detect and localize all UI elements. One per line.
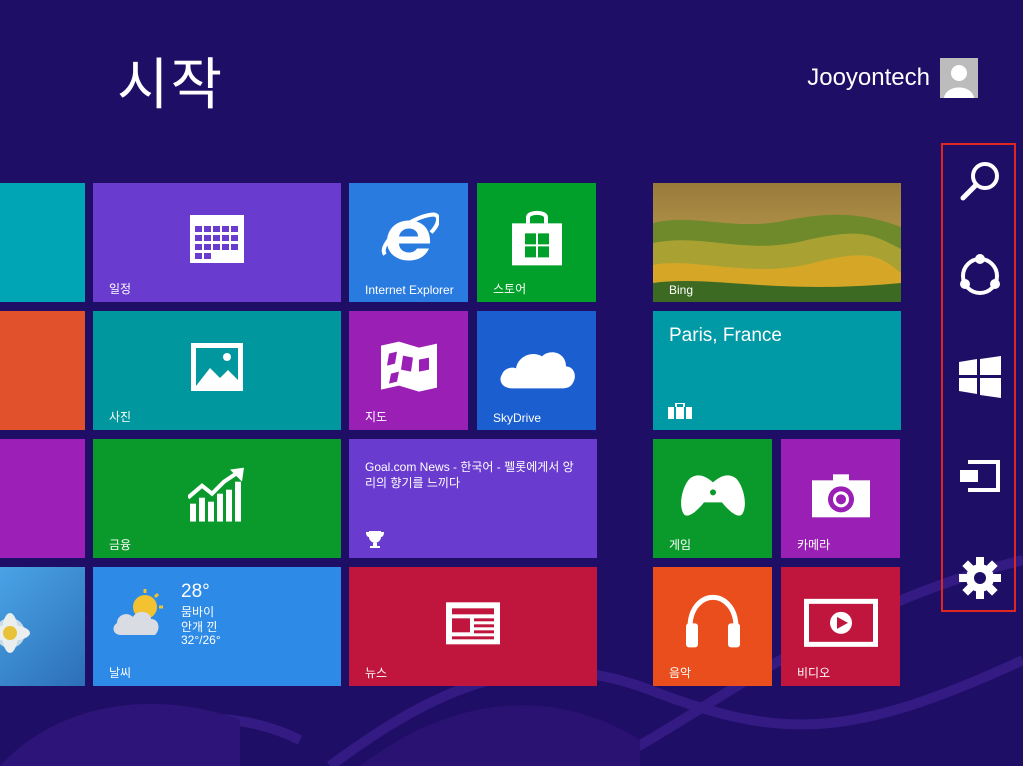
user-name: Jooyontech xyxy=(807,64,930,91)
tile-label: 비디오 xyxy=(797,666,831,680)
newspaper-icon xyxy=(446,601,500,644)
tile-bing[interactable]: Bing xyxy=(653,183,901,302)
tile-photos[interactable]: 사진 xyxy=(93,311,341,430)
flower-image xyxy=(0,613,30,653)
travel-city: Paris, France xyxy=(669,325,782,346)
tile-label: 뉴스 xyxy=(365,666,388,680)
finance-chart-icon xyxy=(188,467,244,522)
weather-temp: 28° xyxy=(181,581,210,602)
tile-partial-magenta[interactable] xyxy=(0,439,85,558)
tile-partial-teal[interactable] xyxy=(0,183,85,302)
devices-charm[interactable] xyxy=(956,452,1004,500)
tile-label: 일정 xyxy=(109,282,132,296)
search-icon xyxy=(960,162,999,201)
avatar-icon xyxy=(940,58,978,98)
store-icon xyxy=(511,210,562,265)
trophy-icon xyxy=(366,531,384,548)
tile-video[interactable]: 비디오 xyxy=(781,567,900,686)
start-title: 시작 xyxy=(117,53,225,118)
tile-maps[interactable]: 지도 xyxy=(349,311,468,430)
start-charm[interactable] xyxy=(956,353,1004,401)
headphones-icon xyxy=(685,594,740,647)
tile-camera[interactable]: 카메라 xyxy=(781,439,900,558)
tile-label: 지도 xyxy=(365,410,388,424)
tile-news[interactable]: 뉴스 xyxy=(349,567,597,686)
xbox-icon xyxy=(680,474,745,516)
tile-finance[interactable]: 금융 xyxy=(93,439,341,558)
maps-icon xyxy=(380,341,437,392)
tile-label: 카메라 xyxy=(797,538,831,552)
sports-headline: Goal.com News - 한국어 - 펠롯에게서 앙리의 향기를 느끼다 xyxy=(365,460,574,490)
tile-store[interactable]: 스토어 xyxy=(477,183,596,302)
devices-icon xyxy=(960,460,1000,492)
tile-label: 게임 xyxy=(669,538,692,552)
start-icon xyxy=(959,356,1001,398)
user-account[interactable]: Jooyontech xyxy=(807,58,978,98)
internet-explorer-icon xyxy=(381,212,439,261)
tile-sports-news[interactable]: Goal.com News - 한국어 - 펠롯에게서 앙리의 향기를 느끼다 xyxy=(349,439,597,558)
photos-icon xyxy=(191,342,243,391)
settings-charm[interactable] xyxy=(956,554,1004,602)
tile-label: 스토어 xyxy=(493,282,527,296)
tile-music[interactable]: 음악 xyxy=(653,567,772,686)
camera-icon xyxy=(811,473,870,517)
share-icon xyxy=(960,254,1000,295)
tile-label: SkyDrive xyxy=(493,411,542,425)
tile-games[interactable]: 게임 xyxy=(653,439,772,558)
tile-label: 음악 xyxy=(669,666,692,680)
tile-calendar[interactable]: 일정 xyxy=(93,183,341,302)
calendar-icon xyxy=(190,214,244,263)
tile-partial-photo[interactable] xyxy=(0,567,85,686)
tile-label: Bing xyxy=(669,283,694,297)
tile-label: 사진 xyxy=(109,410,132,424)
suitcase-icon xyxy=(668,403,692,419)
tile-label: 날씨 xyxy=(109,666,132,680)
tile-internet-explorer[interactable]: Internet Explorer xyxy=(349,183,468,302)
weather-range: 32°/26° xyxy=(181,633,221,647)
tile-skydrive[interactable]: SkyDrive xyxy=(477,311,596,430)
tile-weather[interactable]: 28° 뭄바이 안개 낀 32°/26° 날씨 xyxy=(93,567,341,686)
tile-label: Internet Explorer xyxy=(365,283,454,297)
weather-cloud-sun-icon xyxy=(113,589,163,635)
video-icon xyxy=(803,598,878,647)
tile-label: 금융 xyxy=(109,538,132,552)
search-charm[interactable] xyxy=(956,157,1004,205)
charms-bar xyxy=(941,143,1016,612)
settings-icon xyxy=(959,557,1001,599)
share-charm[interactable] xyxy=(956,252,1004,300)
cloud-icon xyxy=(499,351,575,388)
tile-partial-orange[interactable] xyxy=(0,311,85,430)
tile-travel[interactable]: Paris, France xyxy=(653,311,901,430)
